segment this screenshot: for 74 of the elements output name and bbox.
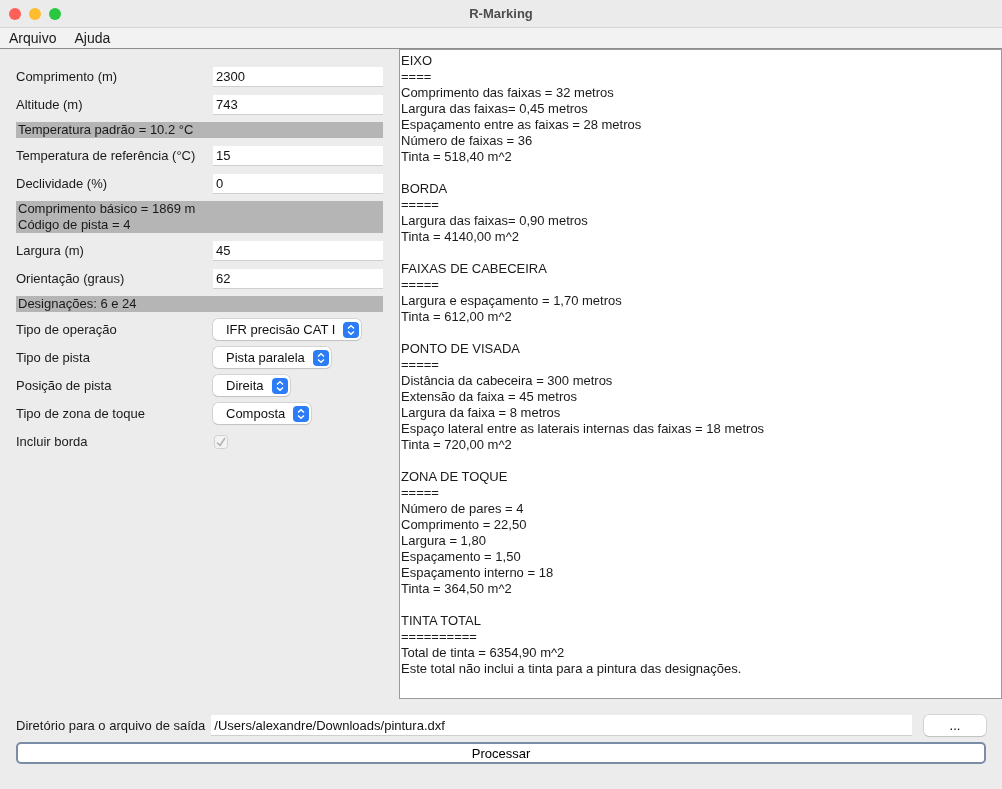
zoom-button[interactable] bbox=[49, 7, 61, 20]
field-label: Declividade (%) bbox=[16, 176, 109, 191]
output-line: PONTO DE VISADA bbox=[401, 341, 521, 357]
output-line: Largura = 1,80 bbox=[401, 533, 487, 549]
dropdown[interactable]: Pista paralela bbox=[213, 347, 331, 368]
output-line: ===== bbox=[401, 277, 440, 293]
output-line: Comprimento = 22,50 bbox=[401, 517, 528, 533]
input-field[interactable]: 62 bbox=[213, 268, 383, 289]
output-line: Tinta = 612,00 m^2 bbox=[401, 309, 513, 325]
output-line: Número de faixas = 36 bbox=[401, 133, 534, 149]
output-line: Comprimento das faixas = 32 metros bbox=[401, 85, 615, 101]
output-line: Tinta = 364,50 m^2 bbox=[401, 581, 513, 597]
info-text: Temperatura padrão = 10.2 °C bbox=[18, 122, 195, 138]
output-line: Distância da cabeceira = 300 metros bbox=[401, 373, 614, 389]
browse-button[interactable]: ... bbox=[924, 715, 986, 736]
output-line: TINTA TOTAL bbox=[401, 613, 482, 629]
input-field[interactable]: 15 bbox=[213, 145, 383, 166]
output-line: Número de pares = 4 bbox=[401, 501, 525, 517]
dropdown[interactable]: Direita bbox=[213, 375, 290, 396]
output-line: Total de tinta = 6354,90 m^2 bbox=[401, 645, 566, 661]
process-button[interactable]: Processar bbox=[16, 742, 986, 764]
stepper-icon bbox=[271, 377, 288, 394]
output-line: Largura das faixas= 0,45 metros bbox=[401, 101, 589, 117]
output-line: EIXO bbox=[401, 53, 434, 69]
minimize-button[interactable] bbox=[29, 7, 41, 20]
output-line: ========== bbox=[401, 629, 478, 645]
stepper-icon bbox=[312, 349, 329, 366]
field-label: Temperatura de referência (°C) bbox=[16, 148, 197, 163]
field-label: Tipo de operação bbox=[16, 322, 118, 337]
output-line: Tinta = 4140,00 m^2 bbox=[401, 229, 520, 245]
output-line: BORDA bbox=[401, 181, 449, 197]
output-line: FAIXAS DE CABECEIRA bbox=[401, 261, 548, 277]
output-line: Espaço lateral entre as laterais internas das faixas = 18 metros bbox=[401, 421, 766, 437]
close-button[interactable] bbox=[9, 7, 21, 20]
stepper-icon bbox=[293, 405, 310, 422]
output-line: Espaçamento = 1,50 bbox=[401, 549, 522, 565]
output-line: Tinta = 518,40 m^2 bbox=[401, 149, 513, 165]
output-text-area[interactable] bbox=[399, 49, 1002, 699]
info-text: Designações: 6 e 24 bbox=[18, 296, 138, 312]
info-text: Código de pista = 4 bbox=[18, 217, 132, 233]
output-line: ===== bbox=[401, 485, 440, 501]
field-label: Diretório para o arquivo de saída bbox=[16, 718, 206, 733]
dropdown[interactable]: Composta bbox=[213, 403, 312, 424]
stepper-icon bbox=[343, 321, 360, 338]
menu-item[interactable]: Ajuda bbox=[74, 30, 111, 46]
field-label: Tipo de pista bbox=[16, 350, 91, 365]
input-field[interactable]: 743 bbox=[213, 94, 383, 115]
output-line: Espaçamento entre as faixas = 28 metros bbox=[401, 117, 643, 133]
output-line: ===== bbox=[401, 197, 440, 213]
input-field[interactable]: 2300 bbox=[213, 66, 383, 87]
input-field[interactable]: 0 bbox=[213, 173, 383, 194]
field-label: Altitude (m) bbox=[16, 97, 84, 112]
output-line: ZONA DE TOQUE bbox=[401, 469, 509, 485]
output-line: Espaçamento interno = 18 bbox=[401, 565, 555, 581]
output-line: Largura e espaçamento = 1,70 metros bbox=[401, 293, 623, 309]
window-title: R-Marking bbox=[469, 6, 533, 21]
output-line: ===== bbox=[401, 357, 440, 373]
info-text: Comprimento básico = 1869 m bbox=[18, 201, 197, 217]
field-label: Comprimento (m) bbox=[16, 69, 119, 84]
output-line: Extensão da faixa = 45 metros bbox=[401, 389, 578, 405]
checkbox-label: Incluir borda bbox=[16, 434, 89, 449]
field-label: Orientação (graus) bbox=[16, 271, 126, 286]
input-field[interactable]: 45 bbox=[213, 240, 383, 261]
field-label: Tipo de zona de toque bbox=[16, 406, 146, 421]
field-label: Posição de pista bbox=[16, 378, 113, 393]
output-line: Largura da faixa = 8 metros bbox=[401, 405, 562, 421]
output-line: Este total não inclui a tinta para a pintura das designações. bbox=[401, 661, 743, 677]
menu-item[interactable]: Arquivo bbox=[9, 30, 57, 46]
output-line: ==== bbox=[401, 69, 433, 85]
field-label: Largura (m) bbox=[16, 243, 85, 258]
path-field[interactable]: /Users/alexandre/Downloads/pintura.dxf bbox=[211, 715, 912, 736]
dropdown[interactable]: IFR precisão CAT I bbox=[213, 319, 362, 340]
output-line: Largura das faixas= 0,90 metros bbox=[401, 213, 589, 229]
output-line: Tinta = 720,00 m^2 bbox=[401, 437, 513, 453]
